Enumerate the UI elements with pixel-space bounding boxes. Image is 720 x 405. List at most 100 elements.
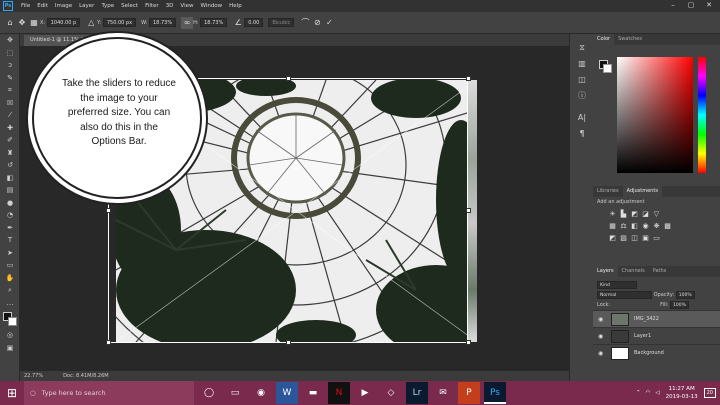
character-icon[interactable]: A| bbox=[570, 110, 594, 126]
transform-handle-br[interactable] bbox=[466, 340, 471, 345]
notification-badge[interactable]: 20 bbox=[703, 388, 716, 398]
threshold-icon[interactable]: ◫ bbox=[629, 234, 640, 243]
marquee-tool-icon[interactable]: ⬚ bbox=[0, 47, 20, 60]
more-tools-icon[interactable]: … bbox=[0, 297, 20, 310]
eye-icon[interactable]: ◉ bbox=[598, 316, 606, 323]
menu-view[interactable]: View bbox=[180, 3, 193, 9]
photo-filter-icon[interactable]: ◉ bbox=[640, 222, 651, 231]
zoom-level[interactable]: 22.77% bbox=[24, 373, 43, 379]
commit-icon[interactable]: ✓ bbox=[323, 17, 335, 29]
path-select-icon[interactable]: ➤ bbox=[0, 247, 20, 260]
gradient-tool-icon[interactable]: ▤ bbox=[0, 184, 20, 197]
fg-bg-swatches[interactable] bbox=[599, 60, 612, 73]
pen-tool-icon[interactable]: ✒ bbox=[0, 222, 20, 235]
opacity-input[interactable]: 100% bbox=[675, 291, 695, 299]
tray-chevron-icon[interactable]: ⌃ bbox=[636, 390, 641, 396]
invert-icon[interactable]: ◩ bbox=[607, 234, 618, 243]
gradient-map-icon[interactable]: ▭ bbox=[651, 234, 662, 243]
channel-mixer-icon[interactable]: ❋ bbox=[651, 222, 662, 231]
history-icon[interactable]: ⧖ bbox=[570, 40, 594, 56]
cancel-icon[interactable]: ⊘ bbox=[311, 17, 323, 29]
levels-icon[interactable]: ▙ bbox=[618, 210, 629, 219]
volume-icon[interactable]: ◁ bbox=[655, 390, 659, 396]
menu-image[interactable]: Image bbox=[55, 3, 72, 9]
layer-row[interactable]: ◉ IMG_3422 bbox=[593, 310, 720, 327]
store-icon[interactable]: ◇ bbox=[380, 382, 402, 404]
relative-position-icon[interactable]: △ bbox=[85, 17, 97, 29]
tab-swatches[interactable]: Swatches bbox=[614, 34, 646, 45]
angle-input[interactable]: 0.00 bbox=[244, 18, 264, 27]
menu-select[interactable]: Select bbox=[121, 3, 138, 9]
layer-row[interactable]: ◉ Background bbox=[593, 344, 720, 361]
home-icon[interactable]: ⌂ bbox=[4, 17, 16, 29]
hand-tool-icon[interactable]: ✋ bbox=[0, 272, 20, 285]
menu-3d[interactable]: 3D bbox=[166, 3, 174, 9]
clock[interactable]: 11:27 AM 2019-03-13 bbox=[666, 385, 698, 401]
menu-edit[interactable]: Edit bbox=[37, 3, 48, 9]
vibrance-icon[interactable]: ▽ bbox=[651, 210, 662, 219]
transform-handle-tr[interactable] bbox=[466, 76, 471, 81]
lasso-tool-icon[interactable]: ↄ bbox=[0, 59, 20, 72]
netflix-icon[interactable]: N bbox=[328, 382, 350, 404]
menu-help[interactable]: Help bbox=[229, 3, 242, 9]
tab-channels[interactable]: Channels bbox=[618, 266, 649, 277]
layer-name[interactable]: Background bbox=[634, 350, 664, 356]
mail-icon[interactable]: ✉ bbox=[432, 382, 454, 404]
frame-tool-icon[interactable]: ☒ bbox=[0, 97, 20, 110]
dodge-tool-icon[interactable]: ◔ bbox=[0, 209, 20, 222]
menu-layer[interactable]: Layer bbox=[79, 3, 94, 9]
minimize-button[interactable]: – bbox=[664, 1, 682, 9]
background-swatch[interactable] bbox=[603, 64, 612, 73]
curves-icon[interactable]: ◩ bbox=[629, 210, 640, 219]
eyedropper-tool-icon[interactable]: ⁄ bbox=[0, 109, 20, 122]
rectangle-tool-icon[interactable]: ▭ bbox=[0, 259, 20, 272]
warp-icon[interactable]: ⌒ bbox=[299, 17, 311, 29]
word-icon[interactable]: W bbox=[276, 382, 298, 404]
width-input[interactable]: 18.73% bbox=[149, 18, 177, 27]
quick-mask-icon[interactable]: ◎ bbox=[0, 329, 20, 342]
posterize-icon[interactable]: ▨ bbox=[618, 234, 629, 243]
media-icon[interactable]: ▶ bbox=[354, 382, 376, 404]
clone-stamp-icon[interactable]: ♜ bbox=[0, 147, 20, 160]
blur-tool-icon[interactable]: ● bbox=[0, 197, 20, 210]
properties-icon[interactable]: ▥ bbox=[570, 56, 594, 72]
windows-start-icon[interactable]: ⊞ bbox=[0, 386, 24, 400]
menu-filter[interactable]: Filter bbox=[145, 3, 159, 9]
explorer-icon[interactable]: ▬ bbox=[302, 382, 324, 404]
link-icon[interactable]: ∞ bbox=[181, 16, 194, 29]
menu-type[interactable]: Type bbox=[101, 3, 114, 9]
brush-tool-icon[interactable]: ✐ bbox=[0, 134, 20, 147]
layer-name[interactable]: Layer1 bbox=[634, 333, 651, 339]
tab-adjustments[interactable]: Adjustments bbox=[622, 186, 662, 197]
fill-input[interactable]: 100% bbox=[670, 301, 689, 309]
lightroom-icon[interactable]: Lr bbox=[406, 382, 428, 404]
color-balance-icon[interactable]: ⚖ bbox=[618, 222, 629, 231]
tab-libraries[interactable]: Libraries bbox=[593, 186, 623, 197]
maximize-button[interactable]: ▢ bbox=[682, 1, 700, 9]
type-tool-icon[interactable]: T bbox=[0, 234, 20, 247]
interpolation-select[interactable]: Bicubic bbox=[268, 18, 295, 27]
blend-mode-select[interactable]: Normal bbox=[597, 291, 652, 299]
menu-file[interactable]: File bbox=[21, 3, 30, 9]
hue-sat-icon[interactable]: ▦ bbox=[607, 222, 618, 231]
chrome-icon[interactable]: ◉ bbox=[250, 382, 272, 404]
color-lookup-icon[interactable]: ▩ bbox=[662, 222, 673, 231]
brightness-icon[interactable]: ☀ bbox=[607, 210, 618, 219]
tab-color[interactable]: Color bbox=[593, 34, 615, 45]
history-brush-icon[interactable]: ↺ bbox=[0, 159, 20, 172]
kind-filter-select[interactable]: Kind bbox=[597, 281, 637, 289]
tab-layers[interactable]: Layers bbox=[593, 266, 618, 277]
cortana-icon[interactable]: ◯ bbox=[198, 382, 220, 404]
transform-handle-b[interactable] bbox=[286, 340, 291, 345]
y-input[interactable]: 750.00 px bbox=[102, 18, 137, 27]
transform-handle-r[interactable] bbox=[466, 208, 471, 213]
paragraph-icon[interactable]: ¶ bbox=[570, 126, 594, 142]
exposure-icon[interactable]: ◪ bbox=[640, 210, 651, 219]
color-picker-field[interactable] bbox=[617, 57, 693, 173]
screen-mode-icon[interactable]: ▣ bbox=[0, 342, 20, 355]
selective-color-icon[interactable]: ▣ bbox=[640, 234, 651, 243]
menu-window[interactable]: Window bbox=[200, 3, 222, 9]
layer-row[interactable]: ◉ Layer1 bbox=[593, 327, 720, 344]
swatches-icon[interactable]: ◫ bbox=[570, 72, 594, 88]
move-tool-icon[interactable]: ✥ bbox=[0, 34, 20, 47]
